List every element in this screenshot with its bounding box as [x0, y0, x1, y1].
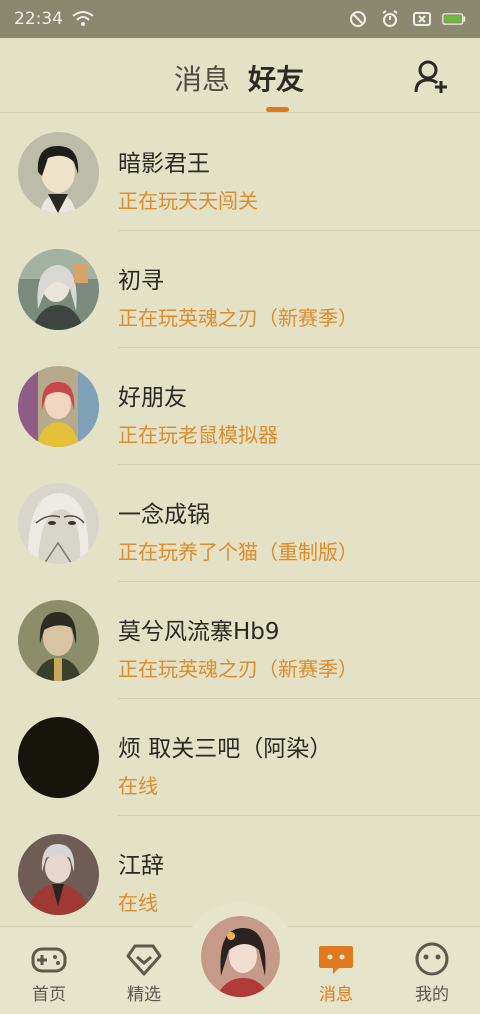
- nav-label: 精选: [127, 985, 161, 1005]
- friend-status: 正在玩天天闯关: [118, 189, 258, 213]
- avatar: [18, 366, 99, 447]
- active-tab-indicator: [266, 107, 289, 112]
- friend-row[interactable]: 好朋友 正在玩老鼠模拟器: [0, 348, 480, 465]
- heart-gem-icon: [125, 940, 163, 978]
- profile-avatar-button[interactable]: [199, 914, 282, 999]
- gamepad-icon: [30, 940, 68, 978]
- nav-home[interactable]: 首页: [14, 940, 84, 1006]
- avatar: [18, 132, 99, 213]
- wifi-icon: [71, 9, 95, 29]
- friend-status: 正在玩英魂之刃（新赛季）: [118, 306, 358, 330]
- friend-list: 暗影君王 正在玩天天闯关 初寻 正在玩英魂之刃（新赛季） 好朋友 正在玩老鼠模拟…: [0, 114, 480, 933]
- nav-label: 首页: [32, 985, 66, 1005]
- friend-row[interactable]: 烦 取关三吧（阿染） 在线: [0, 699, 480, 816]
- friend-name: 烦 取关三吧（阿染）: [118, 736, 333, 762]
- avatar: [18, 600, 99, 681]
- nav-featured[interactable]: 精选: [109, 940, 179, 1006]
- nav-mine[interactable]: 我的: [397, 940, 467, 1006]
- alarm-icon: [378, 9, 402, 29]
- tab-messages[interactable]: 消息: [174, 58, 230, 98]
- do-not-disturb-icon: [346, 9, 370, 29]
- add-friend-icon[interactable]: [414, 59, 448, 95]
- tab-friends[interactable]: 好友: [248, 58, 304, 98]
- friend-status: 正在玩英魂之刃（新赛季）: [118, 657, 358, 681]
- status-bar: 22:34: [0, 0, 480, 38]
- nav-label: 我的: [415, 985, 449, 1005]
- friend-status: 正在玩养了个猫（重制版）: [118, 540, 358, 564]
- status-time: 22:34: [14, 9, 63, 29]
- header: 消息 好友: [0, 38, 480, 113]
- friend-name: 好朋友: [118, 385, 187, 411]
- battery-icon: [442, 9, 466, 29]
- friend-row[interactable]: 初寻 正在玩英魂之刃（新赛季）: [0, 231, 480, 348]
- friend-row[interactable]: 莫兮风流寨Hb9 正在玩英魂之刃（新赛季）: [0, 582, 480, 699]
- avatar: [18, 483, 99, 564]
- friend-name: 一念成锅: [118, 502, 210, 528]
- avatar: [18, 717, 99, 798]
- friend-status: 在线: [118, 774, 158, 798]
- face-icon: [413, 940, 451, 978]
- avatar: [18, 834, 99, 915]
- chat-bubble-icon: [317, 940, 355, 978]
- avatar: [18, 249, 99, 330]
- friend-name: 江辞: [118, 853, 164, 879]
- friend-row[interactable]: 暗影君王 正在玩天天闯关: [0, 114, 480, 231]
- friend-name: 初寻: [118, 268, 164, 294]
- sim-off-icon: [410, 9, 434, 29]
- nav-messages[interactable]: 消息: [301, 940, 371, 1006]
- friend-status: 在线: [118, 891, 158, 915]
- nav-label: 消息: [319, 985, 353, 1005]
- friend-status: 正在玩老鼠模拟器: [118, 423, 278, 447]
- friend-name: 暗影君王: [118, 151, 210, 177]
- friend-row[interactable]: 一念成锅 正在玩养了个猫（重制版）: [0, 465, 480, 582]
- friend-name: 莫兮风流寨Hb9: [118, 619, 280, 645]
